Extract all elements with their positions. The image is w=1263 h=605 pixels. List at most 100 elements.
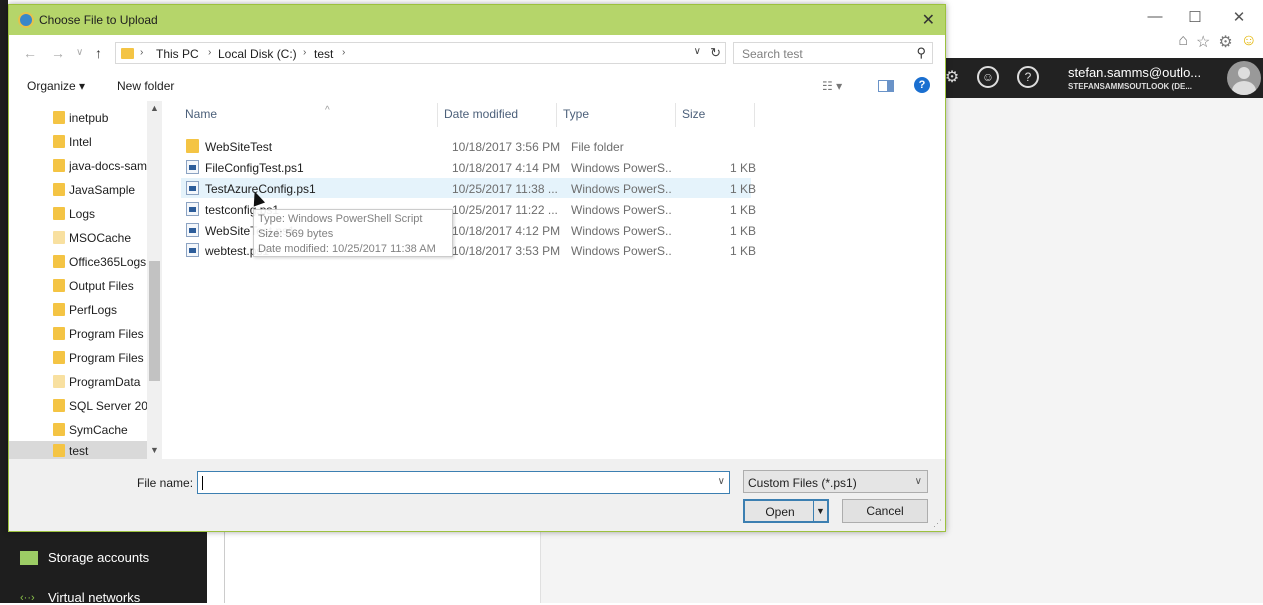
file-row[interactable]: WebSiteTest 10/18/2017 3:56 PM File fold… xyxy=(181,136,751,156)
user-name[interactable]: stefan.samms@outlo... xyxy=(1068,65,1201,80)
filename-input[interactable]: ∨ xyxy=(197,471,730,494)
file-row-hovered[interactable]: TestAzureConfig.ps1 10/25/2017 11:38 ...… xyxy=(181,178,756,198)
nav-folder-item[interactable]: MSOCache xyxy=(9,225,147,249)
powershell-file-icon xyxy=(186,243,199,257)
portal-blade xyxy=(207,530,540,603)
column-header-type[interactable]: Type xyxy=(563,107,589,127)
file-type-filter[interactable]: Custom Files (*.ps1) ∨ xyxy=(743,470,928,493)
folder-icon xyxy=(53,351,65,364)
folder-icon xyxy=(53,327,65,340)
breadcrumb-separator-icon[interactable]: › xyxy=(303,47,306,58)
new-folder-button[interactable]: New folder xyxy=(117,79,174,93)
nav-folder-item[interactable]: Logs xyxy=(9,201,147,225)
dialog-footer: File name: ∨ Custom Files (*.ps1) ∨ Open… xyxy=(9,459,945,531)
column-divider[interactable] xyxy=(556,103,557,127)
address-bar[interactable]: › This PC › Local Disk (C:) › test › ∨ ↻ xyxy=(115,42,726,64)
breadcrumb-separator-icon[interactable]: › xyxy=(342,47,345,58)
avatar[interactable] xyxy=(1227,61,1261,95)
favorites-star-icon[interactable]: ☆ xyxy=(1196,32,1210,52)
recent-dropdown-icon[interactable]: ∨ xyxy=(76,47,83,58)
folder-icon xyxy=(53,183,65,196)
nav-folder-item[interactable]: Office365Logs xyxy=(9,249,147,273)
file-date: 10/18/2017 3:56 PM xyxy=(452,140,561,154)
nav-folder-item[interactable]: inetpub xyxy=(9,105,147,129)
file-type: Windows PowerS... xyxy=(571,224,671,238)
refresh-icon[interactable]: ↻ xyxy=(710,45,721,61)
powershell-file-icon xyxy=(186,223,199,237)
filter-value: Custom Files (*.ps1) xyxy=(748,476,857,490)
dialog-title: Choose File to Upload xyxy=(39,13,158,27)
blade-divider xyxy=(224,530,225,603)
resize-grip-icon[interactable]: ⋰ xyxy=(933,518,942,529)
close-icon[interactable]: ✕ xyxy=(1229,8,1249,26)
search-icon[interactable]: ⚲ xyxy=(916,45,926,61)
file-name: FileConfigTest.ps1 xyxy=(205,161,304,175)
minimize-icon[interactable]: — xyxy=(1145,8,1165,25)
breadcrumb-test[interactable]: test xyxy=(314,47,333,61)
nav-folder-item[interactable]: SQL Server 200 xyxy=(9,393,147,417)
change-view-icon[interactable]: ☷ ▾ xyxy=(822,79,842,93)
search-input[interactable]: Search test ⚲ xyxy=(733,42,933,64)
file-type: File folder xyxy=(571,140,624,154)
file-size: 1 KB xyxy=(729,182,756,196)
file-date: 10/25/2017 11:38 ... xyxy=(452,182,558,196)
nav-storage-accounts[interactable]: Storage accounts xyxy=(20,550,149,565)
help-icon[interactable]: ? xyxy=(914,77,930,93)
breadcrumb-this-pc[interactable]: This PC xyxy=(156,47,199,61)
column-divider[interactable] xyxy=(754,103,755,127)
address-dropdown-icon[interactable]: ∨ xyxy=(694,46,701,57)
file-type: Windows PowerS... xyxy=(571,182,671,196)
nav-folder-item[interactable]: JavaSample xyxy=(9,177,147,201)
dialog-titlebar[interactable]: Choose File to Upload ✕ xyxy=(9,5,945,35)
nav-folder-item[interactable]: Intel xyxy=(9,129,147,153)
back-arrow-icon[interactable]: ← xyxy=(23,45,37,61)
nav-folder-item[interactable]: SymCache xyxy=(9,417,147,441)
forward-arrow-icon[interactable]: → xyxy=(51,45,65,61)
nav-folder-item[interactable]: Program Files xyxy=(9,321,147,345)
powershell-file-icon xyxy=(186,160,199,174)
file-size: 1 KB xyxy=(729,203,756,217)
breadcrumb-separator-icon[interactable]: › xyxy=(208,47,211,58)
scroll-up-icon[interactable]: ▲ xyxy=(150,103,159,113)
column-header-name[interactable]: Name ^ xyxy=(185,105,330,127)
organize-button[interactable]: Organize ▾ xyxy=(27,79,85,93)
cancel-button[interactable]: Cancel xyxy=(842,499,928,523)
breadcrumb-local-disk[interactable]: Local Disk (C:) xyxy=(218,47,297,61)
nav-folder-item[interactable]: java-docs-sam xyxy=(9,153,147,177)
nav-folder-item[interactable]: PerfLogs xyxy=(9,297,147,321)
column-divider[interactable] xyxy=(437,103,438,127)
scroll-down-icon[interactable]: ▼ xyxy=(150,445,159,455)
open-button[interactable]: Open ▼ xyxy=(743,499,829,523)
column-header-size[interactable]: Size xyxy=(682,107,705,127)
filter-dropdown-icon[interactable]: ∨ xyxy=(915,476,922,487)
nav-folder-item[interactable]: Program Files ( xyxy=(9,345,147,369)
tooltip-date: Date modified: 10/25/2017 11:38 AM xyxy=(258,243,436,255)
folder-icon xyxy=(53,444,65,457)
dialog-close-icon[interactable]: ✕ xyxy=(922,10,935,30)
feedback-smiley-icon[interactable]: ☺ xyxy=(977,66,999,88)
scrollbar-thumb[interactable] xyxy=(149,261,160,381)
settings-gear-icon[interactable]: ⚙ xyxy=(1218,32,1232,52)
up-arrow-icon[interactable]: ↑ xyxy=(95,45,102,61)
nav-folder-item-selected[interactable]: test xyxy=(9,441,147,459)
smiley-icon[interactable]: ☺ xyxy=(1241,32,1257,52)
tooltip-size: Size: 569 bytes xyxy=(258,228,334,240)
browser-toolbar-icons: ⌂ ☆ ⚙ ☺ xyxy=(1178,32,1257,52)
nav-folder-item[interactable]: Output Files xyxy=(9,273,147,297)
dialog-toolbar: Organize ▾ New folder ☷ ▾ ? xyxy=(9,71,945,101)
file-row[interactable]: FileConfigTest.ps1 10/18/2017 4:14 PM Wi… xyxy=(181,157,756,177)
file-date: 10/18/2017 4:14 PM xyxy=(452,161,561,175)
column-header-date[interactable]: Date modified xyxy=(444,107,518,127)
filename-dropdown-icon[interactable]: ∨ xyxy=(718,476,725,487)
maximize-icon[interactable]: ☐ xyxy=(1185,8,1205,26)
breadcrumb-separator-icon[interactable]: › xyxy=(140,47,143,58)
open-dropdown-icon[interactable]: ▼ xyxy=(813,501,827,521)
nav-folder-item[interactable]: ProgramData xyxy=(9,369,147,393)
preview-pane-icon[interactable] xyxy=(878,80,894,92)
help-icon[interactable]: ? xyxy=(1017,66,1039,88)
browser-window: — ☐ ✕ ⌂ ☆ ⚙ ☺ xyxy=(945,0,1263,58)
nav-scrollbar[interactable]: ▲ ▼ xyxy=(147,101,162,459)
home-icon[interactable]: ⌂ xyxy=(1178,32,1188,52)
open-button-label: Open xyxy=(765,505,795,519)
column-divider[interactable] xyxy=(675,103,676,127)
